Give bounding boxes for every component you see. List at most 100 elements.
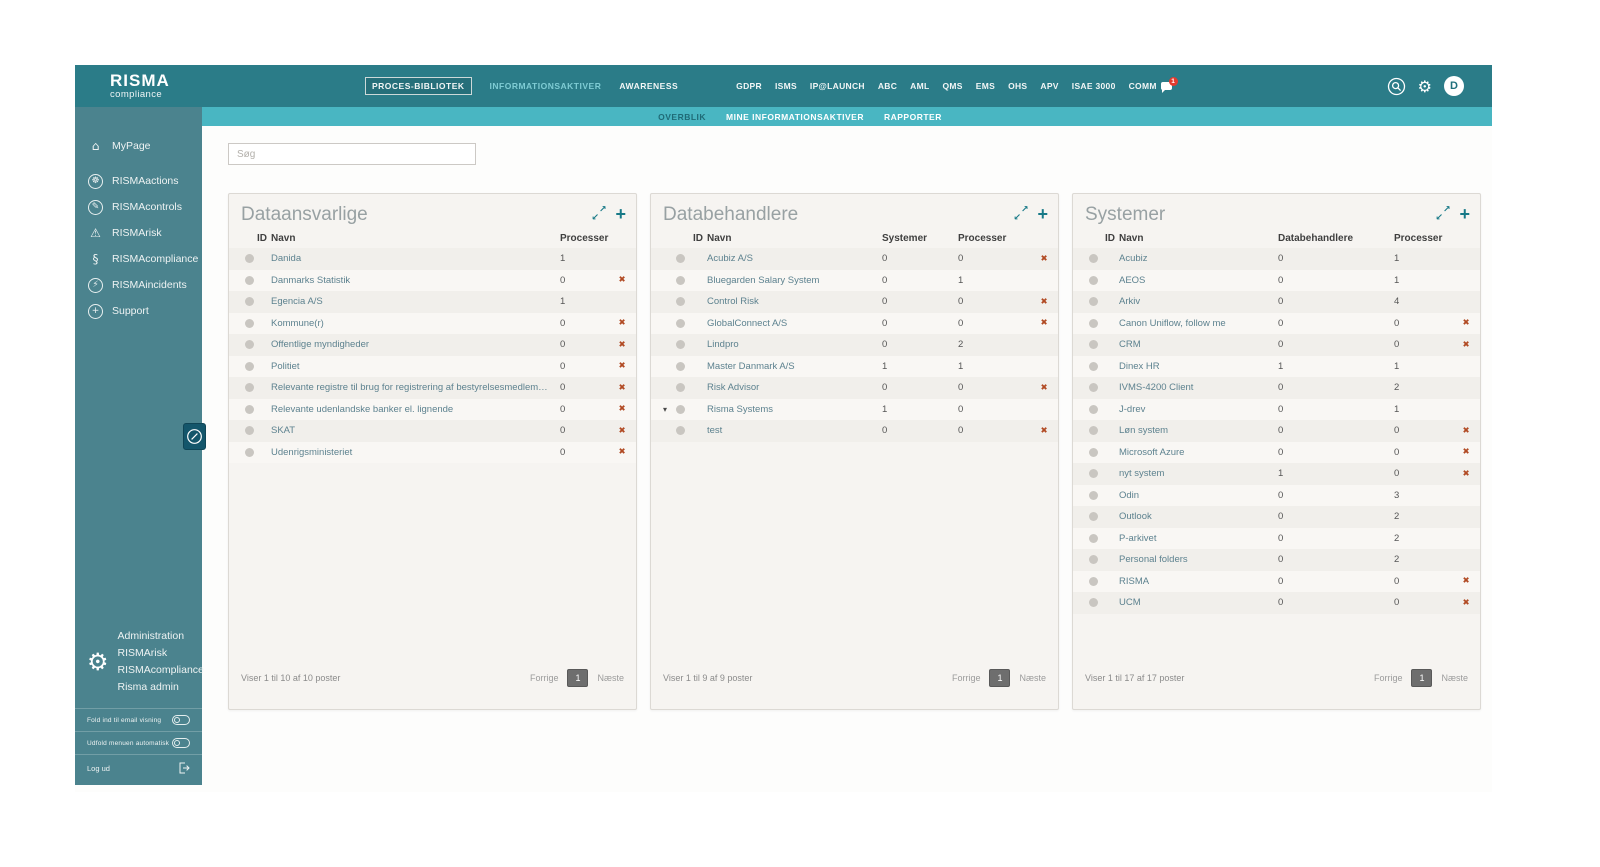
row-name-link[interactable]: Danida [271, 253, 560, 264]
module-aml[interactable]: AML [910, 81, 929, 91]
table-row[interactable]: RISMA 0 0 ✖ [1073, 570, 1480, 592]
table-row[interactable]: Arkiv 0 4 [1073, 291, 1480, 313]
expand-icon[interactable]: ↗ ↙ [1013, 206, 1028, 223]
subnav-rapporter[interactable]: RAPPORTER [884, 112, 942, 122]
module-ems[interactable]: EMS [976, 81, 995, 91]
delete-icon[interactable]: ✖ [1036, 426, 1052, 436]
sidebar-item-support[interactable]: + Support [75, 298, 202, 324]
sidebar-item-mypage[interactable]: ⌂ MyPage [75, 133, 202, 159]
module-ip-launch[interactable]: IP@LAUNCH [810, 81, 865, 91]
add-button[interactable]: + [1459, 205, 1470, 223]
nav-proces-bibliotek[interactable]: PROCES-BIBLIOTEK [365, 77, 472, 95]
delete-icon[interactable]: ✖ [1458, 576, 1474, 586]
row-name-link[interactable]: Danmarks Statistik [271, 275, 560, 286]
row-name-link[interactable]: Relevante udenlandske banker el. lignend… [271, 404, 560, 415]
toggle-switch[interactable] [172, 715, 190, 725]
row-name-link[interactable]: P-arkivet [1119, 533, 1278, 544]
row-name-link[interactable]: Egencia A/S [271, 296, 560, 307]
row-name-link[interactable]: nyt system [1119, 468, 1278, 479]
delete-icon[interactable]: ✖ [614, 404, 630, 414]
module-ohs[interactable]: OHS [1008, 81, 1027, 91]
pagination-prev[interactable]: Forrige [1374, 673, 1403, 683]
sidebar-item-rismarisk[interactable]: ⚠ RISMArisk [75, 220, 202, 246]
row-name-link[interactable]: test [707, 425, 882, 436]
table-row[interactable]: P-arkivet 0 2 [1073, 527, 1480, 549]
row-name-link[interactable]: Outlook [1119, 511, 1278, 522]
nav-informationsaktiver[interactable]: INFORMATIONSAKTIVER [490, 81, 602, 91]
sidebar-item-rismacontrols[interactable]: ✎ RISMAcontrols [75, 194, 202, 220]
table-row[interactable]: Relevante registre til brug for registre… [229, 377, 636, 399]
delete-icon[interactable]: ✖ [1036, 318, 1052, 328]
table-row[interactable]: Canon Uniflow, follow me 0 0 ✖ [1073, 312, 1480, 334]
search-input[interactable] [228, 143, 476, 165]
table-row[interactable]: CRM 0 0 ✖ [1073, 334, 1480, 356]
module-qms[interactable]: QMS [942, 81, 962, 91]
row-name-link[interactable]: CRM [1119, 339, 1278, 350]
table-row[interactable]: IVMS-4200 Client 0 2 [1073, 377, 1480, 399]
table-row[interactable]: Bluegarden Salary System 0 1 [651, 269, 1058, 291]
delete-icon[interactable]: ✖ [614, 383, 630, 393]
delete-icon[interactable]: ✖ [1036, 254, 1052, 264]
avatar[interactable]: D [1444, 76, 1464, 96]
module-gdpr[interactable]: GDPR [736, 81, 762, 91]
pagination-prev[interactable]: Forrige [530, 673, 559, 683]
table-row[interactable]: Risk Advisor 0 0 ✖ [651, 377, 1058, 399]
table-row[interactable]: UCM 0 0 ✖ [1073, 592, 1480, 614]
pagination-next[interactable]: Næste [1441, 673, 1468, 683]
row-name-link[interactable]: AEOS [1119, 275, 1278, 286]
table-row[interactable]: Offentlige myndigheder 0 ✖ [229, 334, 636, 356]
table-row[interactable]: Relevante udenlandske banker el. lignend… [229, 398, 636, 420]
table-row[interactable]: Danmarks Statistik 0 ✖ [229, 269, 636, 291]
row-name-link[interactable]: Lindpro [707, 339, 882, 350]
pagination-next[interactable]: Næste [1019, 673, 1046, 683]
admin-link-risma-admin[interactable]: Risma admin [118, 679, 204, 696]
table-row[interactable]: Microsoft Azure 0 0 ✖ [1073, 441, 1480, 463]
row-name-link[interactable]: Løn system [1119, 425, 1278, 436]
admin-link-administration[interactable]: Administration [118, 628, 204, 645]
admin-link-rismacompliance[interactable]: RISMAcompliance [118, 662, 204, 679]
pagination-page[interactable]: 1 [989, 669, 1011, 687]
pagination-page[interactable]: 1 [1411, 669, 1433, 687]
row-name-link[interactable]: IVMS-4200 Client [1119, 382, 1278, 393]
table-row[interactable]: Løn system 0 0 ✖ [1073, 420, 1480, 442]
row-name-link[interactable]: Arkiv [1119, 296, 1278, 307]
module-isae-3000[interactable]: ISAE 3000 [1072, 81, 1116, 91]
subnav-mine-informationsaktiver[interactable]: MINE INFORMATIONSAKTIVER [726, 112, 864, 122]
subnav-overblik[interactable]: OVERBLIK [658, 112, 706, 122]
delete-icon[interactable]: ✖ [614, 426, 630, 436]
table-row[interactable]: Udenrigsministeriet 0 ✖ [229, 441, 636, 463]
logout-button[interactable]: Log ud [75, 754, 202, 777]
table-row[interactable]: Outlook 0 2 [1073, 506, 1480, 528]
sidebar-item-rismaactions[interactable]: ☸ RISMAactions [75, 168, 202, 194]
gear-icon[interactable]: ⚙ [1418, 77, 1432, 96]
sidebar-item-rismacompliance[interactable]: § RISMAcompliance [75, 246, 202, 272]
nav-awareness[interactable]: AWARENESS [619, 81, 678, 91]
table-row[interactable]: Dinex HR 1 1 [1073, 355, 1480, 377]
pagination-prev[interactable]: Forrige [952, 673, 981, 683]
add-button[interactable]: + [1037, 205, 1048, 223]
delete-icon[interactable]: ✖ [1458, 469, 1474, 479]
delete-icon[interactable]: ✖ [614, 275, 630, 285]
expand-icon[interactable]: ↗ ↙ [1435, 206, 1450, 223]
row-name-link[interactable]: UCM [1119, 597, 1278, 608]
delete-icon[interactable]: ✖ [1458, 318, 1474, 328]
delete-icon[interactable]: ✖ [1458, 598, 1474, 608]
table-row[interactable]: Danida 1 [229, 248, 636, 270]
delete-icon[interactable]: ✖ [1458, 426, 1474, 436]
delete-icon[interactable]: ✖ [1458, 340, 1474, 350]
module-comm[interactable]: COMM 1 [1129, 77, 1178, 93]
table-row[interactable]: Personal folders 0 2 [1073, 549, 1480, 571]
row-name-link[interactable]: SKAT [271, 425, 560, 436]
module-abc[interactable]: ABC [878, 81, 897, 91]
pagination-next[interactable]: Næste [597, 673, 624, 683]
row-name-link[interactable]: Bluegarden Salary System [707, 275, 882, 286]
row-name-link[interactable]: Risma Systems [707, 404, 882, 415]
row-name-link[interactable]: Acubiz A/S [707, 253, 882, 264]
row-name-link[interactable]: J-drev [1119, 404, 1278, 415]
delete-icon[interactable]: ✖ [614, 340, 630, 350]
table-row[interactable]: SKAT 0 ✖ [229, 420, 636, 442]
row-name-link[interactable]: Relevante registre til brug for registre… [271, 382, 560, 393]
row-name-link[interactable]: Politiet [271, 361, 560, 372]
row-name-link[interactable]: Master Danmark A/S [707, 361, 882, 372]
row-name-link[interactable]: Microsoft Azure [1119, 447, 1278, 458]
